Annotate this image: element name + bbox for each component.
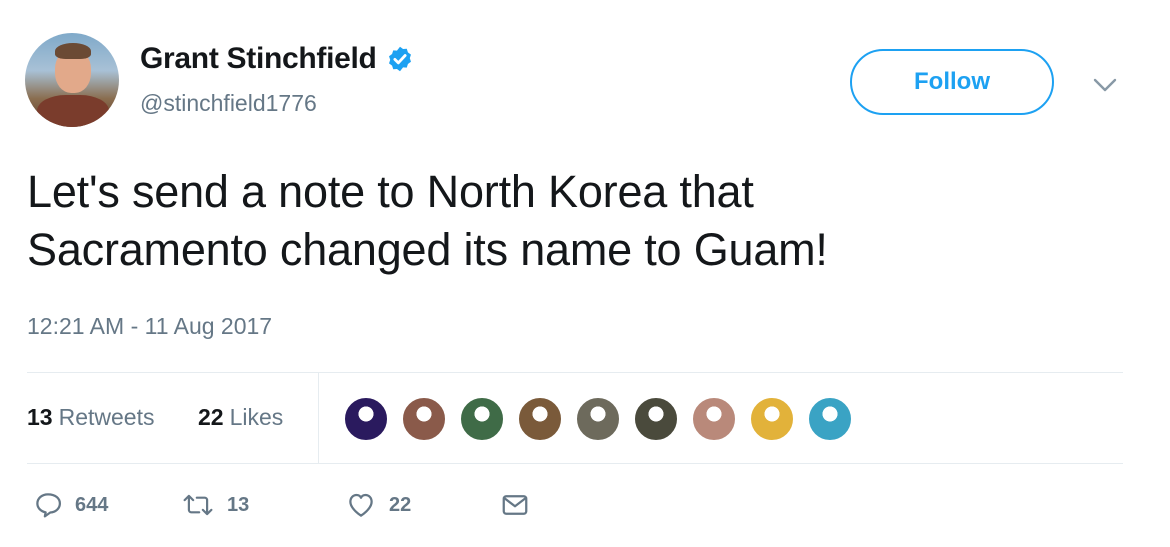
liker-avatar[interactable] [343,396,389,442]
author-handle[interactable]: @stinchfield1776 [140,90,317,117]
liker-avatar[interactable] [459,396,505,442]
likes-stat[interactable]: 22 Likes [198,404,283,431]
follow-button[interactable]: Follow [850,49,1054,115]
verified-badge-icon [388,46,411,72]
envelope-icon [502,495,528,515]
liker-avatar[interactable] [691,396,737,442]
liker-avatar[interactable] [633,396,679,442]
like-count: 22 [389,493,412,516]
chevron-down-icon[interactable] [1092,76,1118,94]
tweet-text-line: Sacramento changed its name to Guam! [27,224,828,275]
retweets-stat[interactable]: 13 Retweets [27,404,154,431]
reply-count: 644 [75,493,109,516]
tweet-text-line: Let's send a note to North Korea that [27,166,754,217]
author-name-row: Grant Stinchfield [140,42,414,76]
liker-avatar[interactable] [401,396,447,442]
likes-label: Likes [229,404,284,430]
liker-avatar[interactable] [807,396,853,442]
heart-icon [349,493,373,517]
likes-count: 22 [198,404,224,430]
retweets-count: 13 [27,404,53,430]
tweet-timestamp[interactable]: 12:21 AM - 11 Aug 2017 [27,313,272,340]
retweets-label: Retweets [58,404,155,430]
retweet-icon [183,494,213,516]
divider [27,463,1123,464]
divider [318,373,319,463]
liker-avatar[interactable] [517,396,563,442]
divider [27,372,1123,373]
liker-avatars [343,396,865,442]
liker-avatar[interactable] [575,396,621,442]
like-button[interactable]: 22 [345,490,411,520]
reply-icon [36,493,61,518]
direct-message-button[interactable] [499,490,531,520]
tweet-text: Let's send a note to North Korea that Sa… [27,163,1127,279]
liker-avatar[interactable] [749,396,795,442]
reply-button[interactable]: 644 [33,490,108,520]
retweet-count: 13 [227,493,250,516]
retweet-button[interactable]: 13 [181,490,249,520]
author-name[interactable]: Grant Stinchfield [140,42,377,76]
avatar[interactable] [25,33,119,127]
